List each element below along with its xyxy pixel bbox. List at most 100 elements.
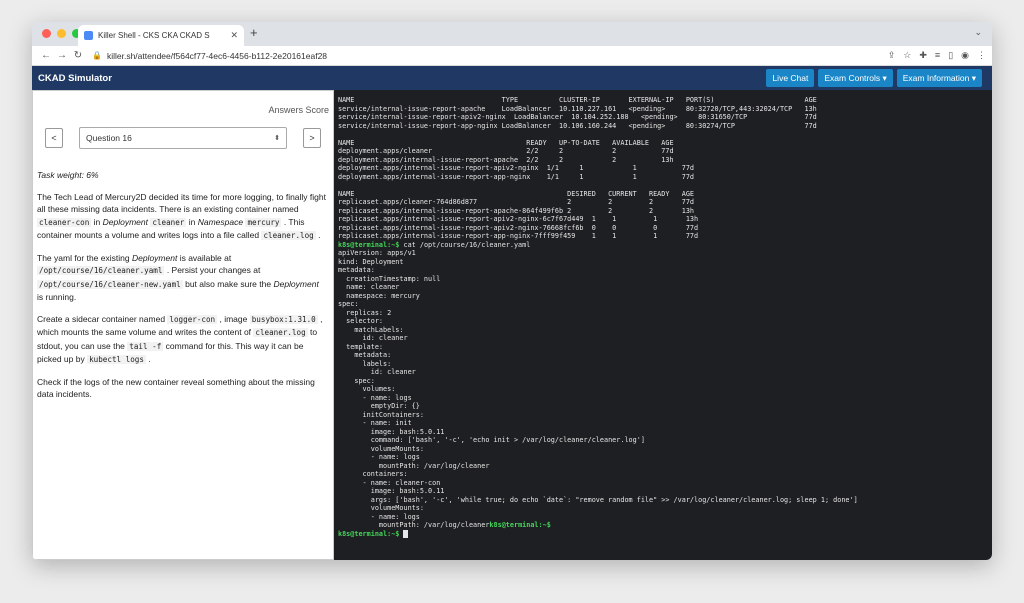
terminal-line: containers:: [338, 470, 408, 478]
terminal-line: service/internal-issue-report-app-nginx …: [338, 121, 817, 130]
inline-code: cleaner-con: [37, 217, 92, 227]
terminal-line: volumeMounts:: [338, 504, 424, 512]
emphasis: Namespace: [197, 216, 244, 227]
question-panel: Answers Score < Question 16 ⬍ > Task wei…: [32, 90, 334, 560]
text: is available at: [177, 252, 232, 263]
terminal-line: deployment.apps/internal-issue-report-ap…: [338, 172, 695, 181]
prev-question-button[interactable]: <: [45, 128, 63, 148]
text: The Tech Lead of Mercury2D decided its t…: [37, 191, 326, 215]
terminal-line: id: cleaner: [338, 368, 416, 376]
exam-information-button[interactable]: Exam Information ▾: [896, 69, 982, 87]
terminal-line: command: ['bash', '-c', 'echo init > /va…: [338, 436, 645, 444]
profile-icon[interactable]: ◉: [961, 50, 969, 61]
chevron-updown-icon: ⬍: [274, 135, 280, 142]
terminal-prompt: k8s@terminal:~$: [489, 521, 551, 529]
terminal-line: name: cleaner: [338, 283, 400, 291]
menu-icon[interactable]: ⋮: [977, 50, 986, 61]
terminal[interactable]: NAME TYPE CLUSTER-IP EXTERNAL-IP PORT(S)…: [334, 90, 992, 560]
terminal-line: image: bash:5.0.11: [338, 487, 445, 495]
inline-code: tail -f: [127, 341, 164, 351]
terminal-text: cat /opt/course/16/cleaner.yaml: [399, 240, 531, 249]
inline-code: /opt/course/16/cleaner-new.yaml: [37, 279, 183, 289]
terminal-line: matchLabels:: [338, 325, 404, 334]
url-field[interactable]: 🔒 killer.sh/attendee/f564cf77-4ec6-4456-…: [92, 51, 888, 61]
terminal-line: metadata:: [338, 351, 392, 359]
browser-window: Killer Shell - CKS CKA CKAD S ✕ + ⌄ ← → …: [32, 22, 992, 560]
task-description: Task weight: 6% The Tech Lead of Mercury…: [37, 169, 327, 410]
tab-search-chevron-icon[interactable]: ⌄: [974, 27, 982, 38]
text: .: [145, 354, 151, 364]
terminal-line: metadata:: [338, 266, 375, 274]
extensions-icon[interactable]: ✚: [919, 50, 927, 61]
back-icon[interactable]: ←: [38, 50, 54, 61]
terminal-prompt: k8s@terminal:~$: [338, 240, 400, 249]
live-chat-button[interactable]: Live Chat: [766, 69, 815, 87]
terminal-line: replicaset.apps/internal-issue-report-ap…: [338, 232, 699, 240]
terminal-line: image: bash:5.0.11: [338, 427, 445, 436]
next-question-button[interactable]: >: [303, 128, 321, 148]
terminal-line: deployment.apps/internal-issue-report-ap…: [338, 155, 674, 164]
inline-code: cleaner.log: [253, 328, 308, 337]
close-tab-icon[interactable]: ✕: [230, 30, 238, 41]
inline-code: busybox:1.31.0: [249, 314, 318, 324]
close-window-button[interactable]: [42, 29, 51, 38]
inline-code: kubectl logs: [87, 355, 146, 364]
text: in: [186, 216, 198, 227]
terminal-line: volumeMounts:: [338, 444, 424, 453]
exam-controls-button[interactable]: Exam Controls ▾: [818, 69, 893, 87]
terminal-line: selector:: [338, 317, 384, 325]
text: .: [315, 230, 321, 240]
question-select[interactable]: Question 16 ⬍: [79, 127, 287, 149]
inline-code: cleaner.log: [261, 231, 316, 240]
sidebar-icon[interactable]: ▯: [948, 50, 953, 61]
terminal-line: creationTimestamp: null: [338, 274, 441, 283]
tab-title: Killer Shell - CKS CKA CKAD S: [98, 31, 210, 40]
url-text: killer.sh/attendee/f564cf77-4ec6-4456-b1…: [106, 50, 328, 61]
text: but also make sure the: [182, 278, 274, 289]
terminal-line: namespace: mercury: [338, 291, 420, 300]
terminal-line: - name: logs: [338, 512, 420, 521]
terminal-line: NAME READY UP-TO-DATE AVAILABLE AGE: [338, 138, 674, 147]
forward-icon[interactable]: →: [54, 50, 70, 61]
app-header: CKAD Simulator Live Chat Exam Controls ▾…: [32, 66, 992, 90]
text: Create a sidecar container named: [37, 313, 168, 324]
emphasis: Deployment: [131, 252, 178, 263]
lock-icon: 🔒: [92, 51, 102, 60]
terminal-line: - name: logs: [338, 393, 412, 402]
tab-bar: Killer Shell - CKS CKA CKAD S ✕ + ⌄: [32, 22, 992, 46]
share-icon[interactable]: ⇪: [888, 50, 896, 61]
reload-icon[interactable]: ↻: [70, 50, 86, 61]
terminal-line: - name: cleaner-con: [338, 478, 441, 487]
text: . Persist your changes at: [164, 265, 261, 275]
window-controls: [42, 29, 81, 38]
question-navigation: < Question 16 ⬍ >: [45, 127, 321, 149]
browser-tab[interactable]: Killer Shell - CKS CKA CKAD S ✕: [78, 25, 244, 46]
terminal-line: service/internal-issue-report-apiv2-ngin…: [338, 113, 817, 121]
terminal-line: id: cleaner: [338, 334, 408, 342]
text: The yaml for the existing: [37, 252, 132, 263]
task-paragraph-2: The yaml for the existing Deployment is …: [37, 252, 327, 304]
terminal-line: apiVersion: apps/v1: [338, 249, 416, 257]
terminal-text: mountPath: /var/log/cleaner: [338, 521, 490, 529]
terminal-line: deployment.apps/cleaner 2/2 2 2 77d: [338, 147, 674, 155]
terminal-line: - name: init: [338, 419, 412, 427]
text: , image: [217, 313, 250, 324]
reading-list-icon[interactable]: ≡: [935, 50, 940, 61]
terminal-prompt: k8s@terminal:~$: [338, 529, 400, 538]
app-title: CKAD Simulator: [38, 72, 112, 84]
terminal-line: kind: Deployment: [338, 257, 404, 266]
question-select-value: Question 16: [86, 133, 132, 143]
new-tab-icon[interactable]: +: [250, 25, 258, 40]
terminal-line: NAME TYPE CLUSTER-IP EXTERNAL-IP PORT(S)…: [338, 96, 817, 104]
inline-code: logger-con: [167, 314, 218, 324]
answers-score-link[interactable]: Answers Score: [268, 105, 329, 115]
terminal-line: spec:: [338, 300, 359, 308]
terminal-line: template:: [338, 342, 384, 351]
terminal-line: replicaset.apps/internal-issue-report-ap…: [338, 206, 695, 215]
minimize-window-button[interactable]: [57, 29, 66, 38]
terminal-line: emptyDir: {}: [338, 402, 420, 410]
star-icon[interactable]: ☆: [903, 50, 911, 61]
terminal-cursor: [403, 529, 409, 538]
